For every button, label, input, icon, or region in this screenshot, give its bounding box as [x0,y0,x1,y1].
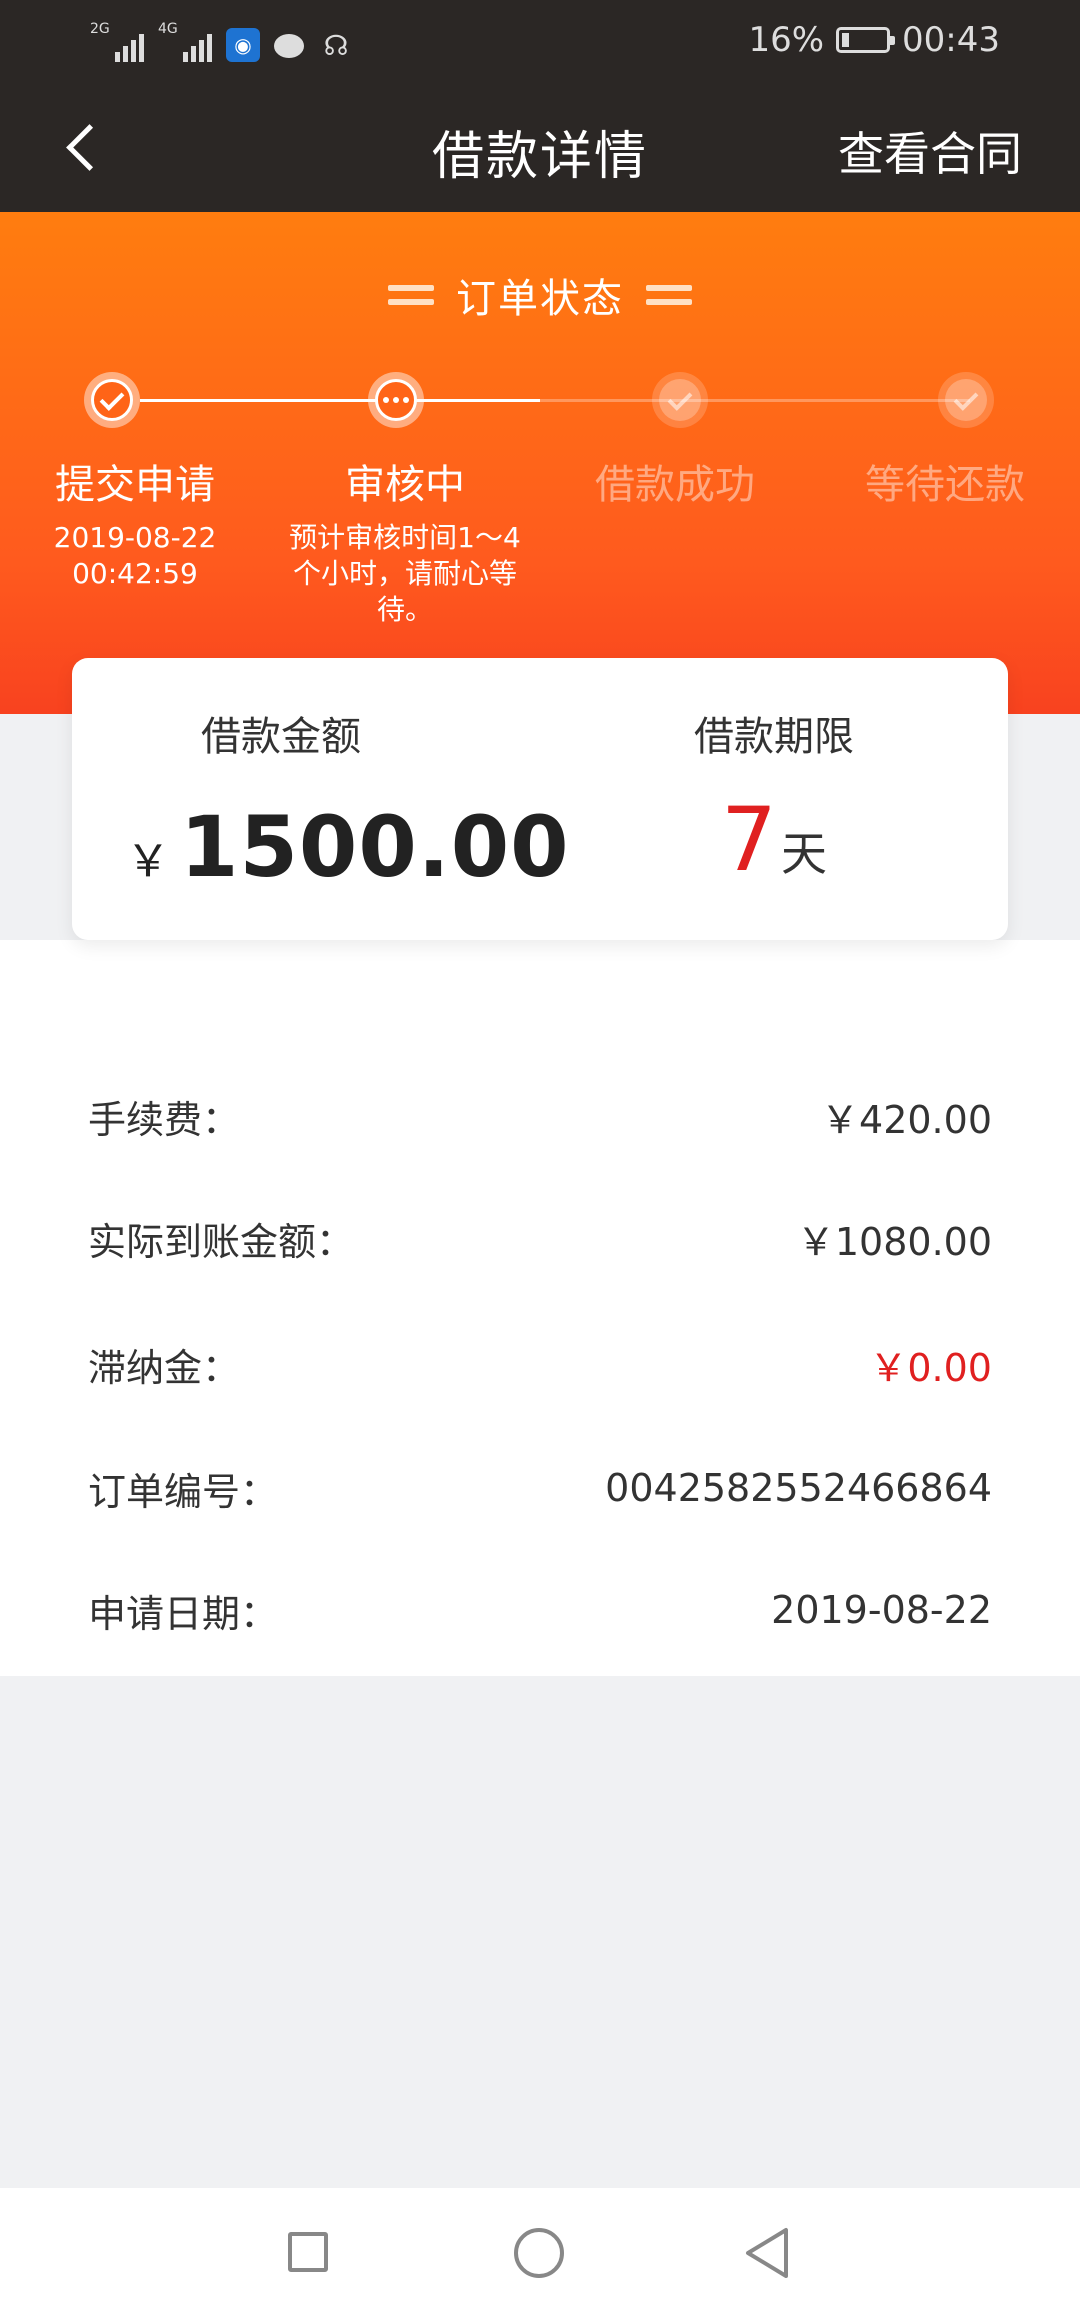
detail-label: 手续费： [88,1097,241,1142]
order-status-label: 订单状态 [456,276,624,322]
loan-amount-value: 1500.00 [180,798,570,896]
step-2-label: 审核中 [345,462,465,508]
recent-apps-square-icon[interactable] [288,2232,328,2272]
signal-icon: 2G [90,22,144,62]
detail-label: 实际到账金额： [88,1219,355,1264]
battery-icon [836,27,896,53]
progress-line-partial [424,399,540,402]
loan-amount-section: 借款金额 ￥ 1500.00 [72,658,569,940]
loan-details-list: 手续费： ￥420.00 实际到账金额： ￥1080.00 滞纳金： ￥0.00… [0,940,1080,1676]
view-contract-link[interactable]: 查看合同 [838,118,1022,184]
detail-row-fee: 手续费： ￥420.00 [88,1086,992,1146]
wifi-hotspot-icon: ◉ [226,28,260,62]
signal-type-label: 2G [90,21,110,37]
back-triangle-icon[interactable] [744,2226,792,2280]
progress-line-pending [540,399,970,402]
detail-value: ￥0.00 [869,1345,992,1390]
top-bar: 2G 4G ◉ ☊ 16% 00:43 借款详情 查看合同 [0,0,1080,212]
clock: 00:43 [902,20,1000,60]
step-1-label: 提交申请 [55,462,215,508]
signal-type-label: 4G [158,21,178,37]
battery-percent: 16% [748,20,825,60]
step-1-timestamp: 2019-08-22 00:42:59 [53,521,217,590]
step-1-done-icon [84,372,140,428]
detail-row-received: 实际到账金额： ￥1080.00 [88,1208,992,1268]
step-2-in-progress-icon [368,372,424,428]
loan-term: 7 天 [540,788,1008,891]
loan-term-label: 借款期限 [694,714,854,760]
status-icons-left: 2G 4G ◉ ☊ [90,18,352,62]
detail-value: 0042582552466864 [605,1466,992,1510]
currency-symbol: ￥ [126,836,170,887]
home-circle-icon[interactable] [514,2228,564,2278]
step-3-label: 借款成功 [595,462,755,508]
loan-summary-card: 借款金额 ￥ 1500.00 借款期限 7 天 [72,658,1008,940]
order-status-title: 订单状态 [0,266,1080,324]
step-4-label: 等待还款 [865,462,1025,508]
detail-value: 2019-08-22 [771,1588,992,1632]
detail-value: ￥1080.00 [796,1219,992,1264]
loan-amount: ￥ 1500.00 [126,798,570,896]
detail-row-apply-date: 申请日期： 2019-08-22 [88,1580,992,1640]
squirrel-icon: ☊ [323,29,349,62]
system-nav-bar [0,2188,1080,2312]
status-icons-right: 16% 00:43 [748,16,1000,64]
chat-icon [274,34,306,62]
step-4-pending-icon [938,372,994,428]
step-2-description: 预计审核时间1～4 个小时，请耐心等 待。 [289,521,521,626]
decorative-lines-icon [388,285,434,305]
signal-icon: 4G [158,22,212,62]
loan-term-unit: 天 [781,827,827,881]
loan-term-section: 借款期限 7 天 [540,658,1008,940]
loan-term-value: 7 [721,788,777,891]
detail-label: 申请日期： [88,1591,279,1636]
detail-label: 订单编号： [88,1469,279,1514]
nav-bar: 借款详情 查看合同 [0,80,1080,212]
loan-amount-label: 借款金额 [201,714,361,760]
status-bar: 2G 4G ◉ ☊ 16% 00:43 [0,0,1080,80]
detail-value: ￥420.00 [821,1097,992,1142]
detail-row-order-number: 订单编号： 0042582552466864 [88,1458,992,1518]
order-status-header: 订单状态 提交申请 审核中 借款成功 等待还款 2019-08-22 00:42… [0,212,1080,714]
detail-row-late-fee: 滞纳金： ￥0.00 [88,1334,992,1394]
step-3-pending-icon [652,372,708,428]
decorative-lines-icon [646,285,692,305]
detail-label: 滞纳金： [88,1345,241,1390]
